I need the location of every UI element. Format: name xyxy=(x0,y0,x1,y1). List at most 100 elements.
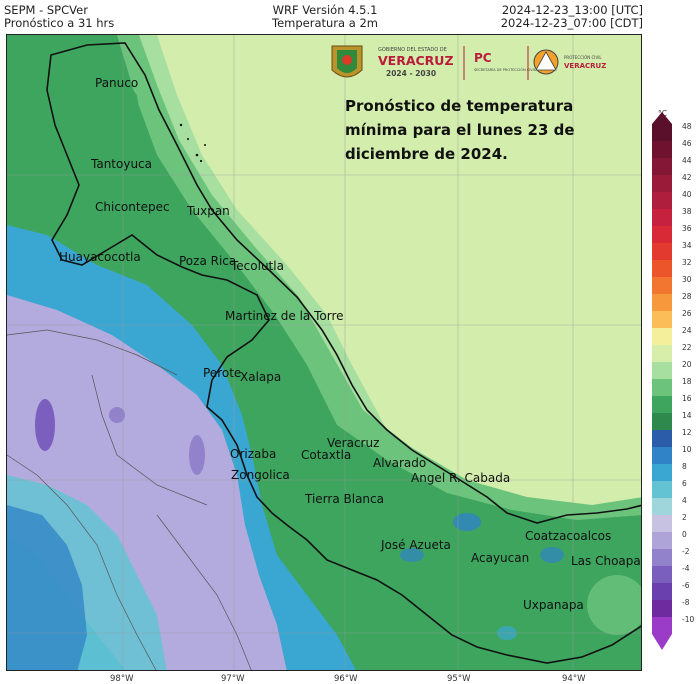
colorbar-tick-label: 4 xyxy=(682,496,687,505)
colorbar-segment xyxy=(652,430,672,447)
tick-label: 98°W xyxy=(110,674,134,684)
place-label: José Azueta xyxy=(380,538,451,552)
header-right: 2024-12-23_13:00 [UTC] 2024-12-23_07:00 … xyxy=(501,4,643,30)
colorbar-segment xyxy=(652,243,672,260)
colorbar-segment xyxy=(652,583,672,600)
colorbar-tick-label: 40 xyxy=(682,190,692,199)
pc-abbr: PC xyxy=(474,51,492,65)
colorbar-segment xyxy=(652,566,672,583)
institution-logos: GOBIERNO DEL ESTADO DE VERACRUZ 2024 - 2… xyxy=(331,45,606,80)
colorbar-tick-label: 8 xyxy=(682,462,687,471)
tick-label: 97°W xyxy=(221,674,245,684)
colorbar-tick-label: 18 xyxy=(682,377,692,386)
colorbar-segment xyxy=(652,124,672,141)
blue-patch-1 xyxy=(453,513,481,531)
colorbar-tick-label: 12 xyxy=(682,428,692,437)
place-label: Chicontepec xyxy=(95,200,170,214)
colorbar-segment xyxy=(652,379,672,396)
colorbar-tick-label: -10 xyxy=(682,615,694,624)
colorbar-tick-label: 28 xyxy=(682,292,692,301)
colorbar-tick-label: 34 xyxy=(682,241,692,250)
colorbar-segment xyxy=(652,209,672,226)
place-label: Tierra Blanca xyxy=(304,492,384,506)
colorbar-tick-label: 24 xyxy=(682,326,692,335)
colorbar-segment xyxy=(652,328,672,345)
place-label: Cotaxtla xyxy=(301,448,351,462)
colorbar-segment xyxy=(652,226,672,243)
colorbar-segment xyxy=(652,481,672,498)
place-label: Tantoyuca xyxy=(90,157,152,171)
civil-protection-icon xyxy=(533,49,559,75)
colorbar-extend-low xyxy=(652,634,672,650)
place-label: Poza Rica xyxy=(179,254,236,268)
colorbar-tick-label: 48 xyxy=(682,122,692,131)
place-label: Tecolutla xyxy=(230,259,284,273)
colorbar-tick-label: -6 xyxy=(682,581,690,590)
colorbar-segment xyxy=(652,600,672,617)
colorbar-tick-label: -4 xyxy=(682,564,690,573)
colorbar-extend-high xyxy=(652,112,672,124)
colorbar-segment xyxy=(652,260,672,277)
colorbar-tick-label: 30 xyxy=(682,275,692,284)
pcv-line2: VERACRUZ xyxy=(564,62,606,70)
colorbar-tick-label: 10 xyxy=(682,445,692,454)
cold-spot-west xyxy=(35,399,55,451)
place-label: Huayacocotla xyxy=(59,250,141,264)
colorbar-tick-label: 22 xyxy=(682,343,692,352)
cold-spot-small xyxy=(109,407,125,423)
colorbar-tick-label: 20 xyxy=(682,360,692,369)
colorbar-tick-label: 14 xyxy=(682,411,692,420)
colorbar-segment xyxy=(652,345,672,362)
colorbar-tick-label: 44 xyxy=(682,156,692,165)
tick-label: 94°W xyxy=(562,674,586,684)
colorbar-tick-label: 0 xyxy=(682,530,687,539)
place-label: Xalapa xyxy=(240,370,281,384)
place-label: Panuco xyxy=(95,76,138,90)
colorbar-tick-label: -8 xyxy=(682,598,690,607)
colorbar-tick-label: 16 xyxy=(682,394,692,403)
colorbar-segments xyxy=(652,112,672,650)
forecast-headline: Pronóstico de temperatura mínima para el… xyxy=(345,97,575,163)
valid-time-local: 2024-12-23_07:00 [CDT] xyxy=(500,16,643,30)
temperature-colorbar: °C 4846444240383634323028262422201816141… xyxy=(652,109,694,650)
colorbar-segment xyxy=(652,141,672,158)
colorbar-segment xyxy=(652,532,672,549)
colorbar-segment xyxy=(652,515,672,532)
place-label: Alvarado xyxy=(373,456,426,470)
colorbar-segment xyxy=(652,447,672,464)
colorbar-segment xyxy=(652,158,672,175)
colorbar-segment xyxy=(652,175,672,192)
colorbar-tick-label: 38 xyxy=(682,207,692,216)
colorbar-tick-label: 42 xyxy=(682,173,692,182)
tick-label: 95°W xyxy=(447,674,471,684)
colorbar-tick-label: -2 xyxy=(682,547,690,556)
gov-name: VERACRUZ xyxy=(378,53,454,68)
place-label: Perote xyxy=(203,366,241,380)
colorbar-segment xyxy=(652,413,672,430)
gov-years: 2024 - 2030 xyxy=(386,69,436,78)
colorbar-tick-label: 6 xyxy=(682,479,687,488)
place-label: Acayucan xyxy=(471,551,529,565)
colorbar-segment xyxy=(652,396,672,413)
place-label: Zongolica xyxy=(231,468,290,482)
place-label: Orizaba xyxy=(230,447,276,461)
place-label: Martinez de la Torre xyxy=(225,309,344,323)
colorbar-segment xyxy=(652,498,672,515)
colorbar-segment xyxy=(652,311,672,328)
colorbar-tick-label: 46 xyxy=(682,139,692,148)
place-label: Las Choapas xyxy=(571,554,642,568)
colorbar-segment xyxy=(652,617,672,634)
pcv-line1: PROTECCIÓN CIVIL xyxy=(564,55,602,60)
colorbar-segment xyxy=(652,294,672,311)
tick-label: 96°W xyxy=(334,674,358,684)
place-label: Tuxpan xyxy=(186,204,230,218)
colorbar-tick-label: 36 xyxy=(682,224,692,233)
pc-sub: SECRETARÍA DE PROTECCIÓN CIVIL xyxy=(474,67,536,72)
colorbar-tick-label: 2 xyxy=(682,513,687,522)
x-axis-ticks: 98°W 97°W 96°W 95°W 94°W xyxy=(110,674,586,684)
colorbar-segment xyxy=(652,192,672,209)
colorbar-tick-label: 26 xyxy=(682,309,692,318)
blue-patch-3 xyxy=(540,547,564,563)
cold-spot-perote xyxy=(189,435,205,475)
place-label: Angel R. Cabada xyxy=(411,471,510,485)
